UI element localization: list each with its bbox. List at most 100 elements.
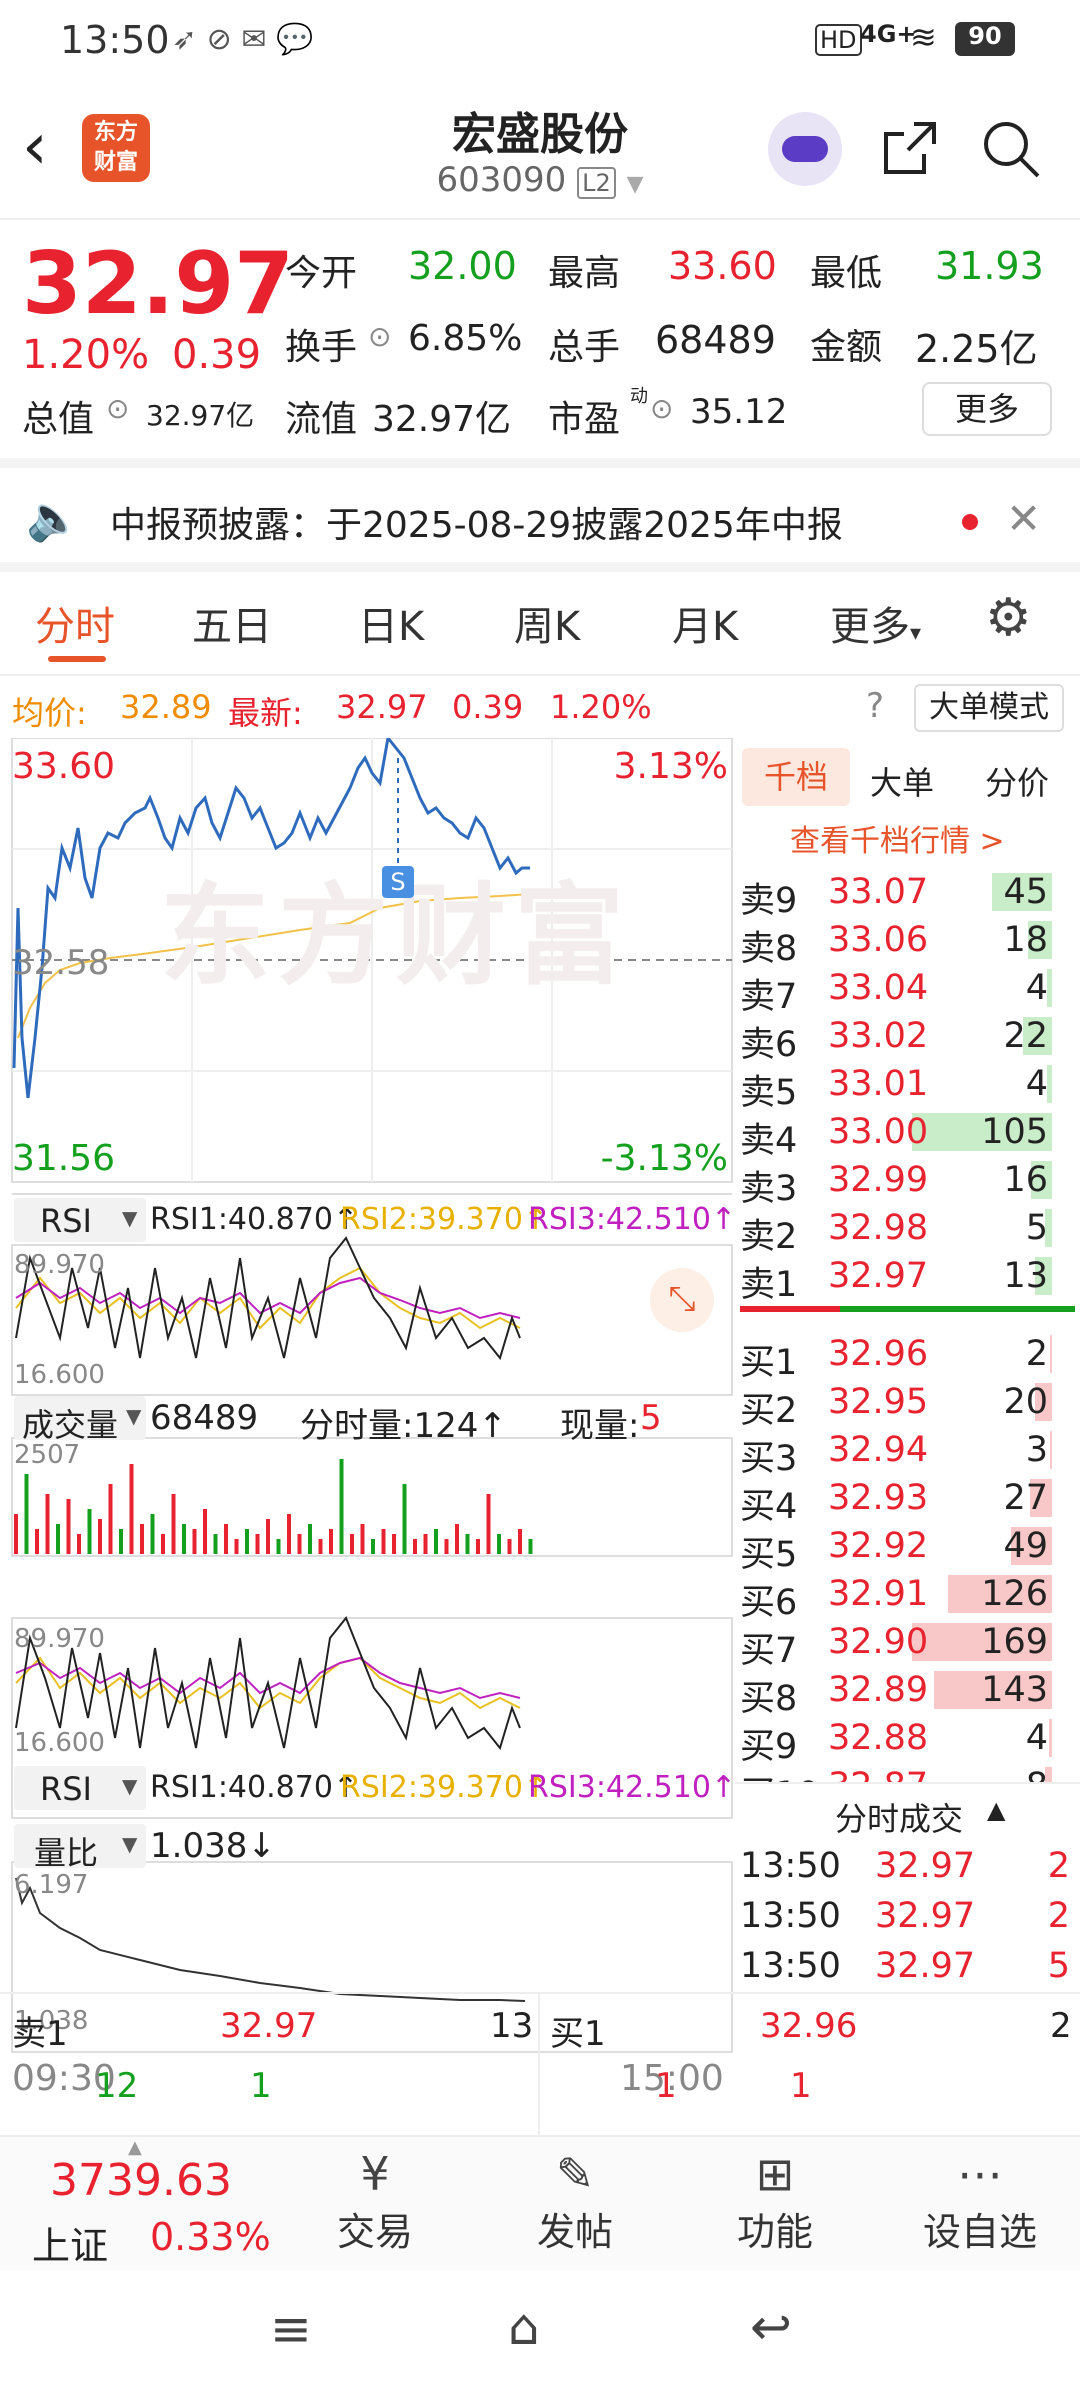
level-price: 32.88 — [828, 1718, 929, 1758]
level-price: 32.92 — [828, 1526, 929, 1566]
unread-dot — [962, 514, 978, 530]
order-book-row[interactable]: 买1 32.96 2 — [740, 1330, 1070, 1383]
level-volume: 4 — [1025, 968, 1048, 1008]
yen-refresh-icon: ¥ — [360, 2147, 390, 2201]
order-book-row[interactable]: 卖1 32.97 13 — [740, 1252, 1070, 1305]
low-value: 31.93 — [935, 244, 1044, 288]
order-book-row[interactable]: 卖3 32.99 16 — [740, 1156, 1070, 1209]
order-book-row[interactable]: 卖8 33.06 18 — [740, 916, 1070, 969]
level-volume: 45 — [1003, 872, 1048, 912]
gear-icon[interactable]: ⚙ — [985, 588, 1032, 648]
close-icon[interactable]: ✕ — [1006, 494, 1041, 543]
l2-bid-label: 买1 — [550, 2014, 606, 2054]
caret-up-icon: ▲ — [987, 1796, 1006, 1824]
add-watchlist-button[interactable]: ⋯ 设自选 — [900, 2147, 1060, 2256]
info-icon[interactable]: ⊙ — [368, 320, 391, 353]
robot-assistant-icon[interactable] — [768, 112, 842, 186]
tab-monthly-k[interactable]: 月K — [672, 594, 738, 652]
grid-icon: ⊞ — [755, 2147, 795, 2201]
order-book-row[interactable]: 买8 32.89 143 — [740, 1666, 1070, 1719]
volume-bar — [1048, 1719, 1052, 1757]
level-price: 33.07 — [828, 872, 929, 912]
functions-button[interactable]: ⊞ 功能 — [710, 2147, 840, 2256]
level-volume: 5 — [1025, 1208, 1048, 1248]
tick-time: 13:50 — [740, 1946, 841, 1986]
level-volume: 2 — [1025, 1334, 1048, 1374]
tab-intraday[interactable]: 分时 — [35, 594, 115, 652]
ask-bid-ratio-red — [740, 1306, 840, 1312]
stock-header: ‹ 东方 财富 宏盛股份 603090 L2 ▼ — [0, 90, 1080, 220]
level-price: 32.98 — [828, 1208, 929, 1248]
change-amount: 0.39 — [172, 332, 262, 378]
order-book-row[interactable]: 卖2 32.98 5 — [740, 1204, 1070, 1257]
view-thousand-level-link[interactable]: 查看千档行情 > — [790, 816, 1005, 860]
divider — [538, 1994, 540, 2137]
order-book-row[interactable]: 买7 32.90 169 — [740, 1618, 1070, 1671]
tab-thousand-level[interactable]: 千档 — [742, 748, 850, 806]
back-nav-icon[interactable]: ↩ — [750, 2298, 792, 2356]
order-book-row[interactable]: 卖9 33.07 45 — [740, 868, 1070, 921]
l2-bid-volume: 2 — [1050, 2006, 1072, 2046]
system-nav-bar: ≡ ⌂ ↩ — [0, 2270, 1080, 2400]
l2-ask-label: 卖1 — [12, 2014, 68, 2054]
market-cap-value: 32.97亿 — [146, 399, 255, 432]
tick-row: 13:50 32.97 2 — [740, 1846, 1070, 1894]
l2-ask-order-1: 12 — [95, 2066, 139, 2106]
level-price: 33.01 — [828, 1064, 929, 1104]
menu-icon[interactable]: ≡ — [270, 2300, 312, 2358]
big-order-mode-button[interactable]: 大单模式 — [914, 684, 1064, 732]
quote-panel: 32.97 1.20% 0.39 今开 32.00 最高 33.60 最低 31… — [0, 222, 1080, 468]
hd-icon: HD — [815, 24, 862, 56]
wifi-icon: ≋ — [910, 18, 937, 56]
notice-bar[interactable]: 🔈 中报预披露：于2025-08-29披露2025年中报 ✕ — [0, 468, 1080, 572]
open-label: 今开 — [285, 253, 358, 294]
tab-weekly-k[interactable]: 周K — [514, 594, 580, 652]
tab-daily-k[interactable]: 日K — [358, 594, 424, 652]
ticks-header[interactable]: 分时成交 ▲ — [735, 1782, 1080, 1842]
float-cap-value: 32.97亿 — [372, 399, 512, 440]
order-book-row[interactable]: 买2 32.95 20 — [740, 1378, 1070, 1431]
order-book-row[interactable]: 买3 32.94 3 — [740, 1426, 1070, 1479]
speaker-icon: 🔈 — [26, 493, 81, 544]
order-book-row[interactable]: 卖6 33.02 22 — [740, 1012, 1070, 1065]
share-icon[interactable] — [880, 118, 940, 178]
trade-button[interactable]: ¥ 交易 — [310, 2147, 440, 2256]
pe-label: 市盈 — [548, 399, 621, 440]
tab-big-order[interactable]: 大单 — [870, 758, 934, 804]
order-book-row[interactable]: 买9 32.88 4 — [740, 1714, 1070, 1767]
add-watchlist-label: 设自选 — [922, 2210, 1037, 2254]
tab-price-level[interactable]: 分价 — [985, 758, 1049, 804]
level-volume: 22 — [1003, 1016, 1048, 1056]
open-value: 32.00 — [408, 244, 517, 288]
help-icon[interactable]: ? — [866, 686, 884, 726]
tick-price: 32.97 — [875, 1946, 976, 1986]
latest-value: 32.97 — [336, 688, 428, 726]
home-icon[interactable]: ⌂ — [508, 2298, 540, 2356]
tab-five-day[interactable]: 五日 — [192, 594, 272, 652]
level-volume: 126 — [981, 1574, 1048, 1614]
order-book-row[interactable]: 卖7 33.04 4 — [740, 964, 1070, 1017]
order-book-row[interactable]: 买6 32.91 126 — [740, 1570, 1070, 1623]
info-icon[interactable]: ⊙ — [106, 392, 129, 425]
more-button[interactable]: 更多 — [922, 382, 1052, 436]
level-price: 32.89 — [828, 1670, 929, 1710]
notice-text: 中报预披露：于2025-08-29披露2025年中报 — [110, 505, 843, 546]
search-icon[interactable] — [980, 118, 1042, 180]
order-book-row[interactable]: 卖5 33.01 4 — [740, 1060, 1070, 1113]
index-ticker[interactable]: ▲ 3739.63 上证 0.33% — [0, 2137, 290, 2272]
order-book-row[interactable]: 买4 32.93 27 — [740, 1474, 1070, 1527]
latest-label: 最新: — [228, 694, 303, 732]
order-book-row[interactable]: 卖4 33.00 105 — [740, 1108, 1070, 1161]
float-cap-label: 流值 — [285, 399, 358, 440]
battery-icon: 90 — [955, 22, 1015, 56]
l2-bid-price: 32.96 — [760, 2006, 858, 2046]
order-book-row[interactable]: 买5 32.92 49 — [740, 1522, 1070, 1575]
tab-more[interactable]: 更多▾ — [830, 594, 921, 652]
notification-icons: ➶ ⊘ ✉ 💬 — [172, 22, 314, 57]
high-label: 最高 — [548, 253, 621, 294]
info-icon[interactable]: ⊙ — [650, 392, 673, 425]
level-volume: 27 — [1003, 1478, 1048, 1518]
post-button[interactable]: ✎ 发帖 — [510, 2147, 640, 2256]
level-label: 卖1 — [740, 1265, 798, 1305]
level-price: 32.96 — [828, 1334, 929, 1374]
